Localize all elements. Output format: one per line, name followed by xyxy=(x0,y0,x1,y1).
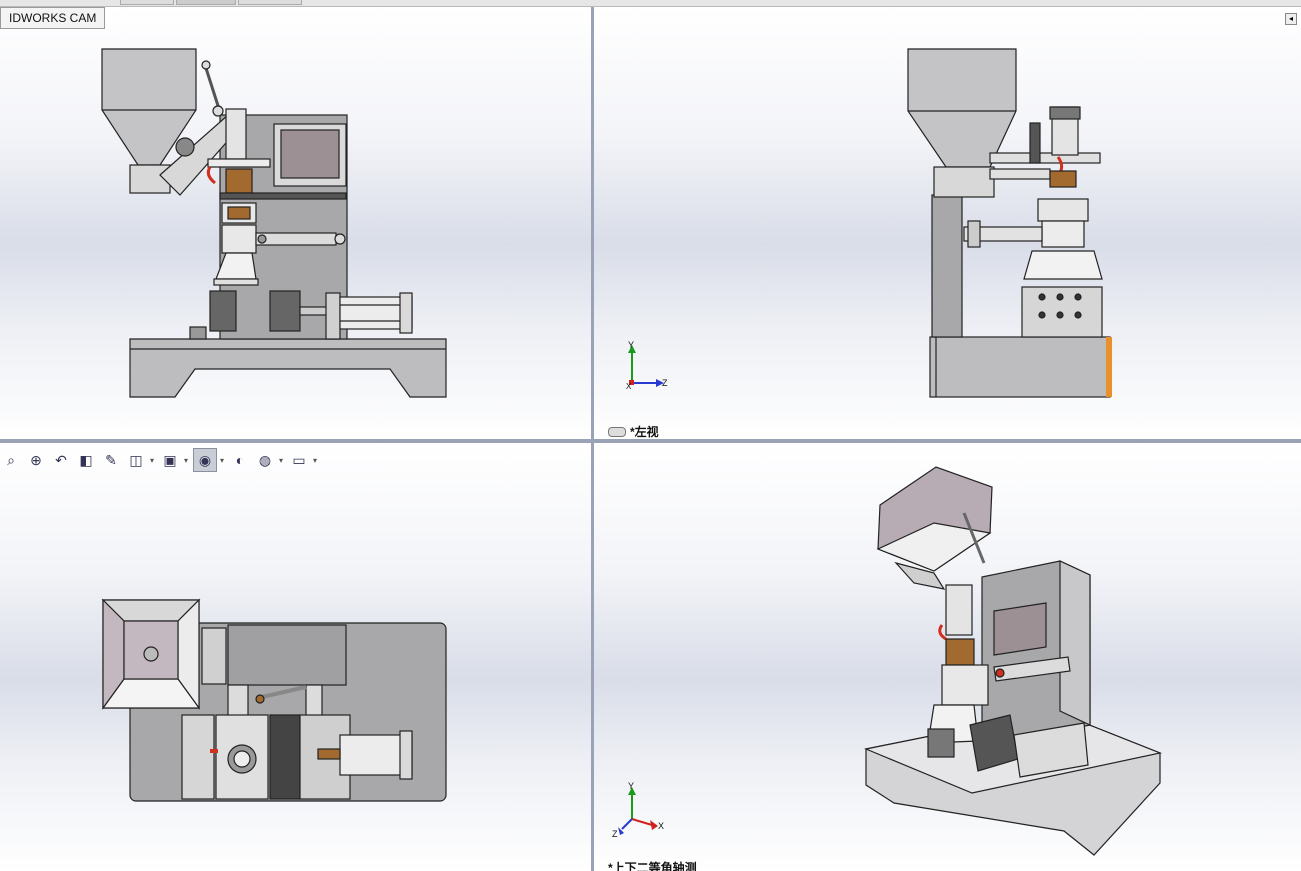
triad-z-label: Z xyxy=(612,829,618,839)
iso-view-label: *上下二等角轴测 xyxy=(608,859,697,871)
document-tab[interactable] xyxy=(238,0,302,5)
triad-z-label: Z xyxy=(662,378,668,388)
triad-x-label: X xyxy=(658,821,664,831)
screen xyxy=(280,129,340,179)
motor xyxy=(225,168,253,194)
machine-base xyxy=(129,338,447,398)
horizontal-cylinder xyxy=(255,232,337,246)
top-view-model xyxy=(101,598,447,802)
motor xyxy=(945,638,975,666)
machine-base xyxy=(929,336,1111,398)
screen xyxy=(993,602,1047,656)
left-view-label-text: *左视 xyxy=(630,425,659,439)
column-top xyxy=(227,624,347,686)
center-box xyxy=(269,714,301,800)
triad-y-label: Y xyxy=(628,781,634,791)
lower-box-mid xyxy=(269,290,301,332)
triad xyxy=(628,345,664,387)
triad-x-label: X xyxy=(626,382,632,391)
top-viewport[interactable]: ⌕ ⊕ ↶ ◧ ✎ ◫ ▾ ▣ ▾ ◉ ▾ ◐ ◍ ▾ ▭ ▾ xyxy=(0,443,591,871)
iso-view-label-text: *上下二等角轴测 xyxy=(608,861,697,871)
front-viewport[interactable]: IDWORKS CAM xyxy=(0,7,591,439)
document-tab-bar xyxy=(0,0,1301,7)
triad xyxy=(618,787,658,835)
isometric-viewport[interactable]: Y X Z *上下二等角轴测 xyxy=(594,443,1301,871)
left-view-model: Y Z X xyxy=(626,48,1112,398)
link-views-icon[interactable] xyxy=(608,426,626,437)
document-tab[interactable] xyxy=(120,0,174,5)
funnel xyxy=(1023,250,1103,280)
left-view-label: *左视 xyxy=(608,423,659,439)
lower-box-left xyxy=(209,290,237,332)
viewport-splitter-horizontal[interactable] xyxy=(0,439,1301,443)
hopper xyxy=(907,48,1017,168)
triad-y-label: Y xyxy=(628,340,634,350)
left-viewport[interactable]: ◂ Y Z X *左视 xyxy=(594,7,1301,439)
document-tab-active[interactable] xyxy=(176,0,236,5)
column xyxy=(931,194,963,338)
isometric-view-model: Y X Z xyxy=(612,466,1163,856)
front-view-model xyxy=(101,48,447,398)
